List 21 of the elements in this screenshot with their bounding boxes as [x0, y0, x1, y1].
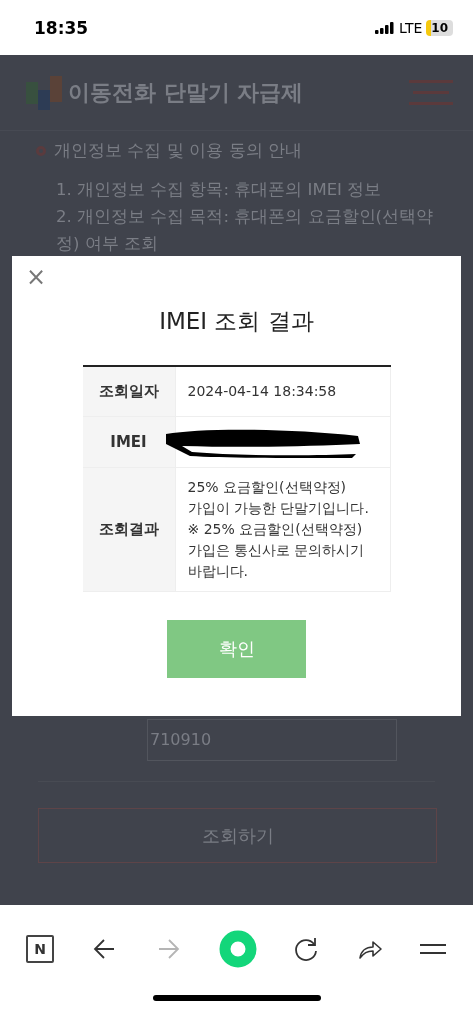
row-label: 조회결과 [82, 468, 175, 591]
site-title: 이동전화 단말기 자급제 [68, 78, 305, 107]
notice-line: 2. 개인정보 수집 목적: 휴대폰의 요금할인(선택약정) 여부 조회 [56, 206, 434, 255]
logo-icon [26, 75, 62, 110]
close-button[interactable]: × [26, 264, 47, 290]
confirm-button[interactable]: 확인 [167, 620, 306, 678]
row-value: 25% 요금할인(선택약정) 가입이 가능한 단말기입니다. ※ 25% 요금할인(선택약정) 가입은 통신사로 문의하시기 바랍니다. [187, 478, 370, 581]
status-time: 18:35 [34, 17, 89, 38]
notice-heading: 개인정보 수집 및 이용 동의 안내 [54, 139, 303, 162]
battery-level: 10 [426, 19, 453, 36]
bullet-icon [36, 145, 46, 156]
row-label: 조회일자 [82, 367, 175, 416]
row-label: IMEI [82, 417, 175, 467]
notice-line: 1. 개인정보 수집 항목: 휴대폰의 IMEI 정보 [56, 179, 383, 201]
dialog-title: IMEI 조회 결과 [159, 307, 314, 336]
home-button[interactable]: N [26, 935, 54, 963]
signal-icon [375, 21, 395, 34]
row-value: 2024-04-14 18:34:58 [187, 382, 337, 401]
network-label: LTE [399, 19, 423, 36]
input-field[interactable]: 710910 [147, 719, 397, 761]
submit-button[interactable]: 조회하기 [38, 808, 437, 863]
